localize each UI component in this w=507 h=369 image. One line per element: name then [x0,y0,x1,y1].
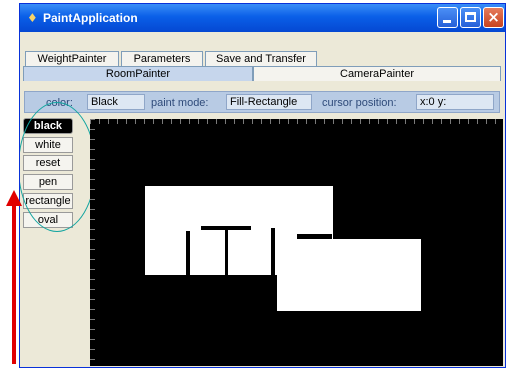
paint-application-window: ♦ PaintApplication × WeightPainter Param… [19,3,506,368]
canvas-shape [271,228,275,275]
tab-camerapainter[interactable]: CameraPainter [253,66,501,81]
tool-pen-button[interactable]: pen [23,174,73,190]
tool-white-button[interactable]: white [23,137,73,153]
canvas-shape [225,229,228,275]
tab-save-and-transfer[interactable]: Save and Transfer [205,51,317,66]
tab-weightpainter[interactable]: WeightPainter [25,51,119,66]
cursor-position-field: x:0 y: [416,94,494,110]
maximize-button[interactable] [460,7,481,28]
tool-black-button[interactable]: black [23,118,73,134]
drawing-canvas[interactable] [90,119,503,366]
status-toolbar: color: Black paint mode: Fill-Rectangle … [24,91,500,113]
title-bar[interactable]: ♦ PaintApplication × [20,4,505,32]
cursor-position-label: cursor position: [322,97,397,109]
minimize-button[interactable] [437,7,458,28]
tab-roompainter[interactable]: RoomPainter [23,66,253,81]
paint-mode-field: Fill-Rectangle [226,94,312,110]
close-button[interactable]: × [483,7,504,28]
tool-reset-button[interactable]: reset [23,155,73,171]
left-ruler [90,119,95,366]
window-title: PaintApplication [43,11,138,25]
close-icon: × [487,8,500,26]
color-label: color: [46,97,73,109]
annotation-arrow-head [6,190,22,206]
annotation-arrow [12,205,16,364]
maximize-icon [465,12,476,22]
color-field: Black [87,94,145,110]
minimize-icon [443,20,451,23]
canvas-shape [277,239,421,311]
canvas-shape [297,234,332,239]
tool-oval-button[interactable]: oval [23,212,73,228]
tab-parameters[interactable]: Parameters [121,51,203,66]
top-ruler [90,119,503,124]
canvas-shape [186,231,190,275]
app-icon: ♦ [27,11,38,25]
tool-rectangle-button[interactable]: rectangle [23,193,73,209]
paint-mode-label: paint mode: [151,97,209,109]
